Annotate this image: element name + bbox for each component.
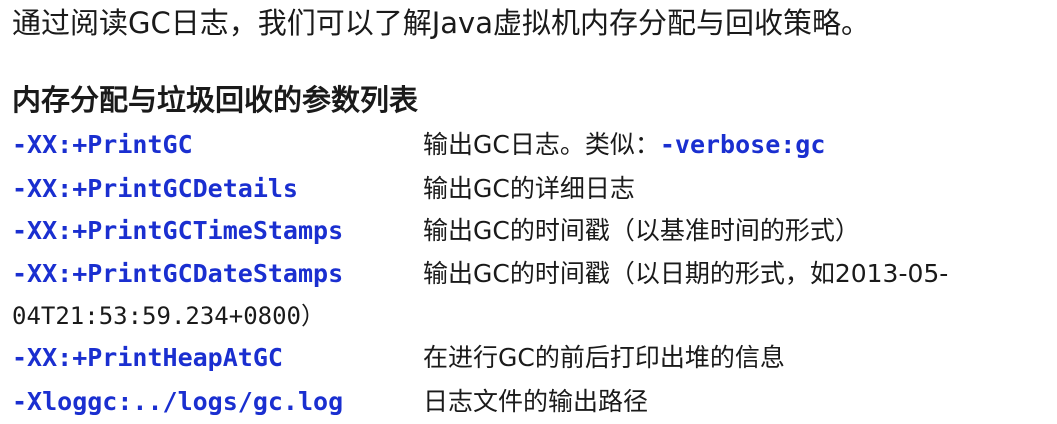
slide: 通过阅读GC日志，我们可以了解Java虚拟机内存分配与回收策略。 内存分配与垃圾… bbox=[0, 0, 1057, 424]
parameter-row-printgctimestamps: -XX:+PrintGCTimeStamps 输出GC的时间戳（以基准时间的形式… bbox=[0, 210, 1057, 252]
option-description-code: -verbose:gc bbox=[659, 130, 826, 159]
parameter-row-printgcdetails: -XX:+PrintGCDetails 输出GC的详细日志 bbox=[0, 168, 1057, 210]
option-description: 输出GC的时间戳（以日期的形式，如2013-05- bbox=[423, 259, 949, 288]
option-description-text: 输出GC日志。类似： bbox=[423, 130, 660, 159]
parameter-list-heading: 内存分配与垃圾回收的参数列表 bbox=[12, 83, 419, 117]
parameter-row-printgc: -XX:+PrintGC 输出GC日志。类似：-verbose:gc bbox=[0, 124, 1057, 166]
parameter-row-xloggc: -Xloggc:../logs/gc.log 日志文件的输出路径 bbox=[0, 381, 1057, 423]
option-name: -XX:+PrintGCDetails bbox=[12, 174, 298, 203]
option-name: -XX:+PrintGC bbox=[12, 130, 193, 159]
option-name: -XX:+PrintGCDateStamps bbox=[12, 259, 344, 288]
option-description: 输出GC的时间戳（以基准时间的形式） bbox=[423, 216, 860, 245]
parameter-row-printgcdatestamps: -XX:+PrintGCDateStamps 输出GC的时间戳（以日期的形式，如… bbox=[0, 253, 1057, 295]
option-name: -XX:+PrintGCTimeStamps bbox=[12, 216, 344, 245]
parameter-row-printheapatgc: -XX:+PrintHeapAtGC 在进行GC的前后打印出堆的信息 bbox=[0, 337, 1057, 379]
option-description: 输出GC日志。类似：-verbose:gc bbox=[423, 124, 825, 166]
option-name: -XX:+PrintHeapAtGC bbox=[12, 343, 283, 372]
option-description-continuation: 04T21:53:59.234+0800） bbox=[12, 302, 325, 330]
option-name: -Xloggc:../logs/gc.log bbox=[12, 387, 344, 416]
intro-text: 通过阅读GC日志，我们可以了解Java虚拟机内存分配与回收策略。 bbox=[12, 6, 870, 40]
option-description: 日志文件的输出路径 bbox=[423, 387, 649, 416]
option-description: 输出GC的详细日志 bbox=[423, 174, 635, 203]
option-description: 在进行GC的前后打印出堆的信息 bbox=[423, 343, 785, 372]
